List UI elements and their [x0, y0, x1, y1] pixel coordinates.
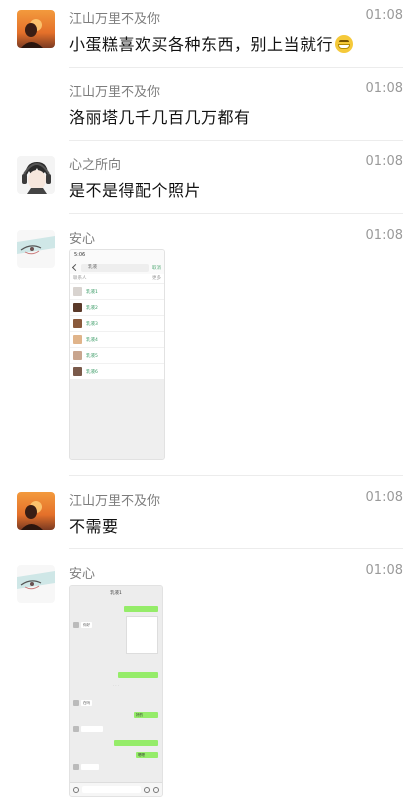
- avatar[interactable]: [17, 492, 55, 530]
- message-time: 01:08: [365, 81, 403, 96]
- chat-bubble-green: [118, 672, 158, 678]
- message-text: 小蛋糕喜欢买各种东西，别上当就行: [69, 31, 354, 55]
- grinning-emoji-icon: [335, 35, 354, 53]
- list-item: 乳液1: [70, 283, 164, 299]
- chat-title: 乳液1: [70, 586, 162, 600]
- message-text: 是不是得配个照片: [69, 181, 202, 200]
- chat-bubble-green: 嗯嗯: [136, 752, 158, 758]
- contact-avatar: [73, 287, 82, 296]
- message-time: 01:08: [365, 228, 403, 243]
- cancel-label: 取消: [152, 265, 161, 271]
- contact-avatar: [73, 351, 82, 360]
- shared-screenshot-image[interactable]: 乳液1 你好 · · · 在吗 好的 嗯嗯: [69, 585, 163, 797]
- message-text: 洛丽塔几千几百几万都有: [69, 108, 251, 127]
- chat-title-text: 乳液1: [110, 591, 122, 596]
- chat-bubble-green: [124, 606, 158, 612]
- sender-name[interactable]: 安心: [69, 228, 95, 247]
- list-item: 乳液3: [70, 315, 164, 331]
- contact-name: 乳液5: [86, 353, 98, 359]
- anime-eye-avatar-icon: [17, 565, 55, 603]
- message-time: 01:08: [365, 8, 403, 23]
- chat-bubble-white: 在吗: [73, 700, 92, 706]
- search-input: 乳液: [81, 263, 149, 272]
- sender-name[interactable]: 安心: [69, 563, 95, 582]
- divider: [69, 548, 403, 549]
- contact-name: 乳液4: [86, 337, 98, 343]
- chat-bubble-green: [114, 740, 158, 746]
- list-item: 乳液6: [70, 363, 164, 379]
- message-time: 01:08: [365, 154, 403, 169]
- chat-bubble-green: 好的: [134, 712, 158, 718]
- back-arrow-icon: [71, 263, 80, 272]
- contact-avatar: [73, 367, 82, 376]
- plus-icon: [153, 786, 159, 793]
- message-text: 不需要: [69, 517, 119, 536]
- avatar[interactable]: [17, 565, 55, 603]
- anime-headphones-avatar-icon: [17, 156, 55, 194]
- empty-area: [70, 379, 164, 459]
- contact-list: 乳液1 乳液2 乳液3 乳液4 乳液5 乳液6: [70, 283, 164, 379]
- contact-avatar: [73, 319, 82, 328]
- divider: [69, 475, 403, 476]
- list-item: 乳液5: [70, 347, 164, 363]
- contact-name: 乳液6: [86, 369, 98, 375]
- chat-bubble-white: [73, 764, 99, 770]
- status-bar: 5:06: [70, 250, 164, 261]
- message-time: 01:08: [365, 563, 403, 578]
- sunset-portrait-avatar-icon: [17, 10, 55, 48]
- divider: [69, 67, 403, 68]
- chat-bubble-white: [73, 726, 103, 732]
- contact-name: 乳液2: [86, 305, 98, 311]
- timestamp: · · ·: [113, 684, 119, 688]
- sender-name[interactable]: 江山万里不及你: [69, 8, 160, 27]
- sender-name[interactable]: 江山万里不及你: [69, 81, 160, 100]
- avatar[interactable]: [17, 230, 55, 268]
- contacts-header-right: 更多: [152, 276, 161, 281]
- shared-screenshot-image[interactable]: 5:06 乳液 取消 联系人 更多 乳液1 乳液2 乳液3 乳液4 乳液5 乳液…: [69, 249, 165, 460]
- list-item: 乳液2: [70, 299, 164, 315]
- avatar[interactable]: [17, 156, 55, 194]
- list-item: 乳液4: [70, 331, 164, 347]
- sender-name[interactable]: 心之所向: [69, 154, 121, 173]
- emoji-icon: [144, 786, 150, 793]
- avatar[interactable]: [17, 10, 55, 48]
- search-bar: 乳液 取消: [70, 261, 164, 274]
- sunset-portrait-avatar-icon: [17, 492, 55, 530]
- divider: [69, 140, 403, 141]
- anime-eye-avatar-icon: [17, 230, 55, 268]
- chat-bubble-white: 你好: [73, 622, 92, 628]
- input-bar: [70, 782, 162, 796]
- divider: [69, 213, 403, 214]
- sender-name[interactable]: 江山万里不及你: [69, 490, 160, 509]
- contacts-header: 联系人 更多: [70, 274, 164, 283]
- shared-card: [126, 616, 158, 654]
- contact-avatar: [73, 303, 82, 312]
- contacts-header-left: 联系人: [73, 276, 87, 281]
- message-time: 01:08: [365, 490, 403, 505]
- voice-icon: [73, 786, 79, 793]
- message-input: [82, 786, 141, 793]
- contact-avatar: [73, 335, 82, 344]
- contact-name: 乳液1: [86, 289, 98, 295]
- contact-name: 乳液3: [86, 321, 98, 327]
